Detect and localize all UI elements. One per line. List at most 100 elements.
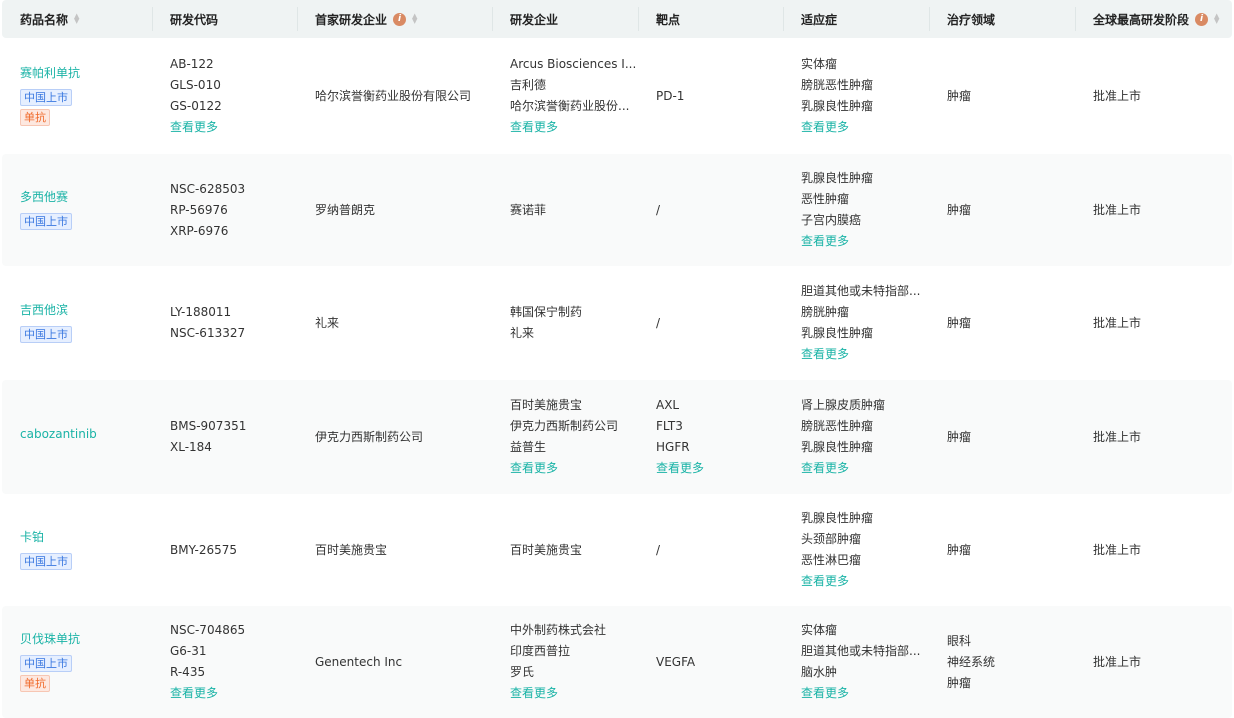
first-company-cell: Genentech Inc xyxy=(297,652,492,673)
drug-name-link[interactable]: 吉西他滨 xyxy=(20,300,68,320)
code-item: G6-31 xyxy=(170,644,207,658)
indication-item: 实体瘤 xyxy=(801,623,838,637)
view-more-link[interactable]: 查看更多 xyxy=(170,683,218,704)
column-header-label: 靶点 xyxy=(656,12,681,27)
view-more-link[interactable]: 查看更多 xyxy=(170,117,218,138)
column-header: 研发企业 xyxy=(492,0,638,38)
view-more-link[interactable]: 查看更多 xyxy=(510,117,558,138)
therapy-area-cell: 肿瘤 xyxy=(929,86,1075,107)
drug-name-link[interactable]: 卡铂 xyxy=(20,527,44,547)
drug-name-link[interactable]: 多西他赛 xyxy=(20,187,68,207)
indication-item: 乳腺良性肿瘤 xyxy=(801,440,874,454)
target-cell: VEGFA xyxy=(638,652,783,673)
therapy-area-cell: 眼科 神经系统 肿瘤 xyxy=(929,631,1075,694)
company-cell: Arcus Biosciences I... 吉利德 哈尔滨誉衡药业股份... 查看更… xyxy=(492,54,638,138)
therapy-area-item: 肿瘤 xyxy=(947,315,972,330)
code-cell: AB-122 GLS-010 GS-0122 查看更多 xyxy=(152,54,297,138)
therapy-area-item: 肿瘤 xyxy=(947,202,972,217)
view-more-link[interactable]: 查看更多 xyxy=(510,458,558,479)
table-row: 多西他赛 中国上市 NSC-628503 RP-56976 XRP-6976 罗纳普朗克 赛… xyxy=(2,154,1232,266)
stage: 批准上市 xyxy=(1093,654,1142,669)
company-item: 中外制药株式会社 xyxy=(510,623,607,637)
company-item: 印度西普拉 xyxy=(510,644,571,658)
china-market-badge: 中国上市 xyxy=(20,655,72,672)
first-company-cell: 礼来 xyxy=(297,313,492,334)
therapy-area-item: 眼科 xyxy=(947,633,972,648)
therapy-area-item: 肿瘤 xyxy=(947,675,972,690)
indication-item: 胆道其他或未特指部... xyxy=(801,284,921,298)
drug-name-link[interactable]: 赛帕利单抗 xyxy=(20,63,80,83)
company-item: 吉利德 xyxy=(510,78,547,92)
column-header[interactable]: 全球最高研发阶段 i ▲ ▼ xyxy=(1075,0,1230,38)
column-header-label: 首家研发企业 xyxy=(315,12,388,27)
target-cell: / xyxy=(638,313,783,334)
code-item: BMY-26575 xyxy=(170,542,237,557)
view-more-link[interactable]: 查看更多 xyxy=(656,458,704,479)
drug-name-link[interactable]: 贝伐珠单抗 xyxy=(20,629,80,649)
stage-cell: 批准上市 xyxy=(1075,652,1230,673)
company-cell: 百时美施贵宝 xyxy=(492,540,638,561)
column-header: 治疗领域 xyxy=(929,0,1075,38)
company-item: 罗氏 xyxy=(510,665,535,679)
drug-name-link[interactable]: cabozantinib xyxy=(20,424,97,444)
indication-item: 膀胱肿瘤 xyxy=(801,305,850,319)
indication-item: 乳腺良性肿瘤 xyxy=(801,171,874,185)
view-more-link[interactable]: 查看更多 xyxy=(801,117,849,138)
indication-item: 乳腺良性肿瘤 xyxy=(801,99,874,113)
therapy-area-cell: 肿瘤 xyxy=(929,200,1075,221)
view-more-link[interactable]: 查看更多 xyxy=(801,458,849,479)
first-company: 哈尔滨誉衡药业股份有限公司 xyxy=(315,88,472,103)
china-market-badge: 中国上市 xyxy=(20,213,72,230)
sort-icon[interactable]: ▲ ▼ xyxy=(412,13,417,25)
therapy-area-cell: 肿瘤 xyxy=(929,427,1075,448)
code-item: XRP-6976 xyxy=(170,223,229,238)
info-icon[interactable]: i xyxy=(1195,12,1209,26)
indication-item: 胆道其他或未特指部... xyxy=(801,644,921,658)
code-cell: NSC-704865 G6-31 R-435 查看更多 xyxy=(152,620,297,704)
column-header-label: 药品名称 xyxy=(20,12,69,27)
indication-item: 乳腺良性肿瘤 xyxy=(801,326,874,340)
company-item: 礼来 xyxy=(510,326,535,340)
code-item: BMS-907351 xyxy=(170,419,247,433)
china-market-badge: 中国上市 xyxy=(20,89,72,106)
target-cell: / xyxy=(638,200,783,221)
table-row: 吉西他滨 中国上市 LY-188011 NSC-613327 礼来 韩国保宁制药 礼来 / 胆道… xyxy=(2,266,1232,380)
china-market-badge: 中国上市 xyxy=(20,326,72,343)
view-more-link[interactable]: 查看更多 xyxy=(801,344,849,365)
indication-item: 膀胱恶性肿瘤 xyxy=(801,419,874,433)
view-more-link[interactable]: 查看更多 xyxy=(801,231,849,252)
sort-icon[interactable]: ▲ ▼ xyxy=(1214,13,1219,25)
column-header: 研发代码 xyxy=(152,0,297,38)
column-header-label: 治疗领域 xyxy=(947,12,996,27)
column-header-label: 全球最高研发阶段 xyxy=(1093,12,1190,27)
info-icon[interactable]: i xyxy=(393,12,407,26)
target-item: / xyxy=(656,542,661,557)
first-company-cell: 罗纳普朗克 xyxy=(297,200,492,221)
first-company-cell: 百时美施贵宝 xyxy=(297,540,492,561)
therapy-area-cell: 肿瘤 xyxy=(929,313,1075,334)
code-item: NSC-628503 xyxy=(170,181,246,196)
code-item: LY-188011 xyxy=(170,305,232,319)
column-header[interactable]: 药品名称 ▲ ▼ xyxy=(2,0,152,38)
company-cell: 韩国保宁制药 礼来 xyxy=(492,302,638,344)
first-company: 百时美施贵宝 xyxy=(315,542,388,557)
sort-icon[interactable]: ▲ ▼ xyxy=(74,13,79,25)
company-item: Arcus Biosciences I... xyxy=(510,57,637,71)
company-item: 伊克力西斯制药公司 xyxy=(510,419,619,433)
therapy-area-item: 神经系统 xyxy=(947,654,996,669)
table-header: 药品名称 ▲ ▼ 研发代码 首家研发企业 i ▲ ▼ 研发企业 靶点 适应症 治疗领域 全球最高研发阶段… xyxy=(2,0,1232,38)
view-more-link[interactable]: 查看更多 xyxy=(510,683,558,704)
column-header[interactable]: 首家研发企业 i ▲ ▼ xyxy=(297,0,492,38)
column-header-label: 适应症 xyxy=(801,12,838,27)
drug-name-cell: 贝伐珠单抗中国上市单抗 xyxy=(2,629,152,695)
code-cell: LY-188011 NSC-613327 xyxy=(152,302,297,344)
target-item: FLT3 xyxy=(656,419,683,433)
stage: 批准上市 xyxy=(1093,202,1142,217)
code-item: RP-56976 xyxy=(170,202,228,217)
antibody-badge: 单抗 xyxy=(20,675,50,692)
code-cell: BMS-907351 XL-184 xyxy=(152,416,297,458)
view-more-link[interactable]: 查看更多 xyxy=(801,683,849,704)
drug-name-cell: 赛帕利单抗 中国上市 单抗 xyxy=(2,63,152,129)
view-more-link[interactable]: 查看更多 xyxy=(801,571,849,592)
column-header-label: 研发企业 xyxy=(510,12,559,27)
